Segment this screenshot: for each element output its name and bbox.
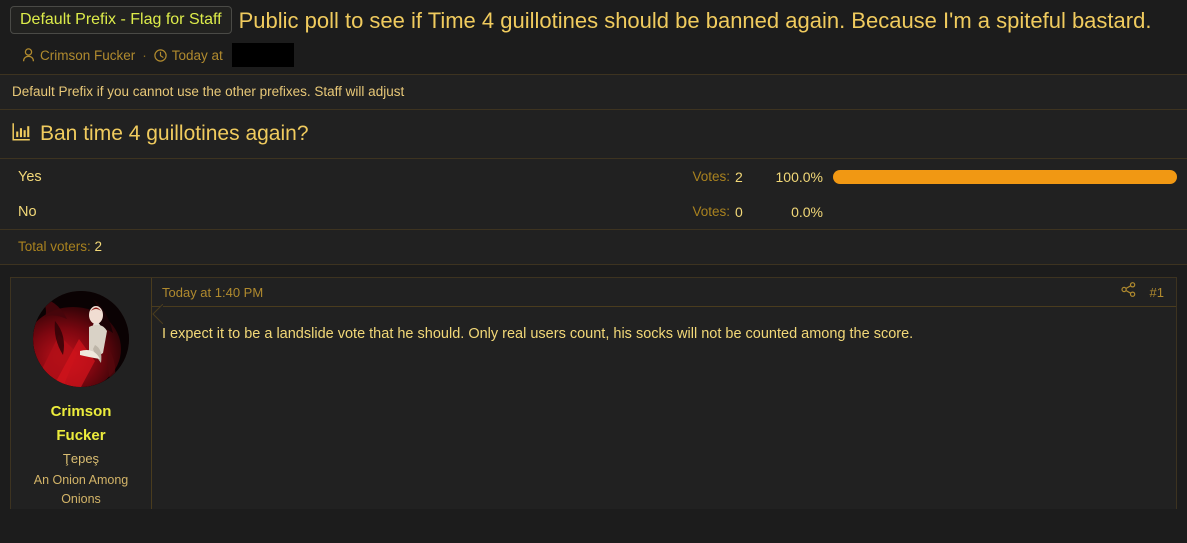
poll-question: Ban time 4 guillotines again? [40, 122, 309, 145]
post-author-rank: An Onion Among Onions [19, 471, 143, 509]
post-number[interactable]: #1 [1150, 285, 1164, 300]
post-author-name-line2: Fucker [56, 427, 106, 444]
poll-votes-label: Votes: [692, 204, 730, 219]
post-body-text: I expect it to be a landslide vote that … [162, 326, 914, 342]
byline-separator: · [142, 47, 147, 63]
share-icon[interactable] [1120, 282, 1136, 302]
thread-header: Default Prefix - Flag for Staff Public po… [0, 0, 1187, 67]
poll-bar-track [833, 169, 1177, 184]
post-author-title: Ţepeş [62, 451, 100, 466]
thread-date[interactable]: Today at [172, 48, 223, 63]
avatar[interactable] [33, 291, 129, 387]
poll-total-value: 2 [94, 239, 103, 254]
user-icon [22, 48, 35, 62]
poll-percent: 100.0% [775, 168, 823, 185]
post-author-rank-line2: Onions [61, 492, 101, 506]
poll-option-label: Yes [18, 168, 42, 185]
thread-author[interactable]: Crimson Fucker [40, 48, 135, 63]
post-author-name[interactable]: Crimson Fucker [19, 400, 143, 448]
poll-total-label: Total voters: [18, 239, 91, 254]
user-avatar-image [33, 291, 129, 387]
poll-percent: 0.0% [791, 203, 823, 220]
page-title: Default Prefix - Flag for Staff Public po… [10, 6, 1177, 35]
post-content: Today at 1:40 PM #1 I expect it to be a … [152, 278, 1176, 509]
poll-bar-track [833, 205, 1177, 219]
poll-header: Ban time 4 guillotines again? [0, 110, 1187, 159]
poll-bar-chart-icon [12, 122, 31, 146]
post-meta-bar: Today at 1:40 PM #1 [152, 278, 1176, 307]
post-container: Crimson Fucker Ţepeş An Onion Among Onio… [10, 277, 1177, 509]
poll-votes-count: 0 [735, 203, 743, 220]
redacted-timestamp [231, 43, 294, 67]
poll-option-label: No [18, 203, 37, 220]
poll-votes-label: Votes: [692, 169, 730, 184]
thread-page: Default Prefix - Flag for Staff Public po… [0, 0, 1187, 543]
poll-bar-fill [833, 169, 1177, 184]
post-arrow-notch [152, 304, 163, 324]
poll-votes-count: 2 [735, 168, 743, 185]
poll-block: Ban time 4 guillotines again? Yes Votes:… [0, 110, 1187, 265]
post-author-name-line1: Crimson [50, 403, 112, 420]
breadcrumb: Crimson Fucker · Today at [22, 43, 1177, 67]
post-author-rank-line1: An Onion Among [33, 473, 129, 487]
prefix-description: Default Prefix if you cannot use the oth… [0, 74, 1187, 110]
poll-option-row[interactable]: No Votes: 0 0.0% [0, 194, 1187, 229]
poll-option-row[interactable]: Yes Votes: 2 100.0% [0, 159, 1187, 194]
thread-prefix-badge[interactable]: Default Prefix - Flag for Staff [10, 6, 232, 34]
clock-icon [154, 48, 167, 62]
poll-total-voters: Total voters: 2 [0, 229, 1187, 265]
thread-title-text: Public poll to see if Time 4 guillotines… [238, 8, 1152, 33]
post-date[interactable]: Today at 1:40 PM [162, 285, 263, 300]
post-user-sidebar: Crimson Fucker Ţepeş An Onion Among Onio… [11, 278, 152, 509]
